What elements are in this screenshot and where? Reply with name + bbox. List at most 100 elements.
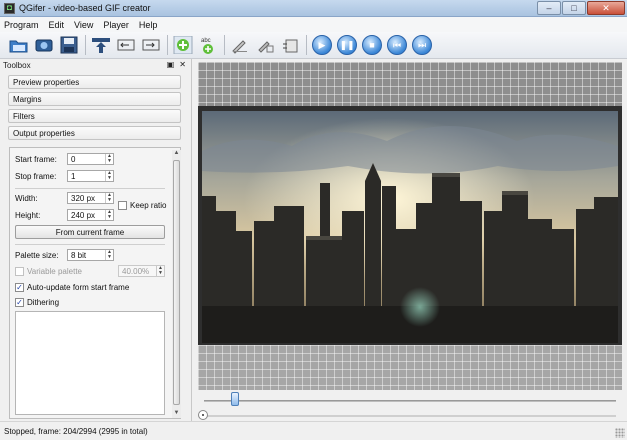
height-value: 240 px — [71, 210, 96, 220]
pause-button[interactable]: ❚❚ — [336, 34, 358, 56]
crop-button[interactable] — [279, 34, 301, 56]
add-text-icon-label: abc — [201, 38, 211, 44]
close-button[interactable]: ✕ — [587, 1, 625, 15]
status-bar: Stopped, frame: 204/2994 (2995 in total) — [0, 421, 627, 440]
menu-edit[interactable]: Edit — [49, 20, 65, 30]
height-label: Height: — [15, 211, 41, 220]
auto-update-box[interactable]: ✓ — [15, 283, 24, 292]
status-text: Stopped, frame: 204/2994 (2995 in total) — [4, 426, 148, 436]
auto-update-checkbox[interactable]: ✓ Auto-update form start frame — [15, 283, 129, 292]
zoom-slider-handle[interactable] — [198, 410, 208, 420]
keep-ratio-checkbox[interactable]: Keep ratio — [118, 201, 166, 210]
scroll-up-icon[interactable]: ▲ — [172, 150, 181, 158]
city-skyline-image — [202, 111, 618, 343]
section-filters[interactable]: Filters — [8, 109, 181, 123]
start-frame-label: Start frame: — [15, 155, 57, 164]
frame-slider-track[interactable] — [204, 400, 616, 402]
menu-view[interactable]: View — [74, 20, 93, 30]
title-bar: ◘ QGifer - video-based GIF creator – □ ✕ — [0, 0, 627, 17]
margin-grid-top — [198, 62, 622, 106]
width-value: 320 px — [71, 193, 96, 203]
width-label: Width: — [15, 194, 38, 203]
float-icon[interactable]: ▣ — [167, 60, 175, 69]
open-video-button[interactable] — [33, 34, 55, 56]
stop-icon: ■ — [362, 35, 382, 55]
divider — [15, 188, 165, 189]
draw-icon — [232, 40, 247, 54]
start-frame-value: 0 — [71, 154, 76, 164]
draw-button[interactable] — [229, 34, 251, 56]
stop-frame-label: Stop frame: — [15, 172, 57, 181]
keep-ratio-box[interactable] — [118, 201, 127, 210]
set-start-icon — [117, 39, 135, 51]
toolbar-separator — [167, 35, 168, 55]
variable-palette-spinbox[interactable]: 40.00% ▲ ▼ — [118, 265, 165, 277]
spin-arrows-icon[interactable]: ▲ ▼ — [105, 210, 113, 220]
open-folder-button[interactable] — [8, 34, 30, 56]
close-icon[interactable]: ✕ — [179, 60, 186, 69]
video-viewer[interactable] — [198, 62, 622, 390]
window-controls: – □ ✕ — [536, 1, 625, 15]
dithering-box[interactable]: ✓ — [15, 298, 24, 307]
menu-player[interactable]: Player — [103, 20, 129, 30]
start-frame-spinbox[interactable]: 0 ▲ ▼ — [67, 153, 114, 165]
stop-frame-spinbox[interactable]: 1 ▲ ▼ — [67, 170, 114, 182]
next-frame-button[interactable]: ⏭ — [411, 34, 433, 56]
spin-arrows-icon[interactable]: ▲ ▼ — [105, 171, 113, 181]
toolbox-header: Toolbox ▣ ✕ — [0, 59, 191, 72]
set-end-icon — [142, 39, 160, 51]
variable-palette-checkbox[interactable]: Variable palette — [15, 267, 82, 276]
save-button[interactable] — [58, 34, 80, 56]
toolbox-scrollbar[interactable]: ▲ ▼ — [172, 150, 181, 418]
next-frame-icon: ⏭ — [412, 35, 432, 55]
spin-arrows-icon[interactable]: ▲ ▼ — [156, 266, 164, 276]
maximize-button[interactable]: □ — [562, 1, 586, 15]
variable-palette-label: Variable palette — [27, 267, 82, 276]
section-preview-properties[interactable]: Preview properties — [8, 75, 181, 89]
menu-program[interactable]: Program — [4, 20, 39, 30]
play-button[interactable]: ▶ — [311, 34, 333, 56]
toolbar-separator — [224, 35, 225, 55]
spin-arrows-icon[interactable]: ▲ ▼ — [105, 250, 113, 260]
add-text-button[interactable]: abc — [197, 34, 219, 56]
toolbar-separator — [85, 35, 86, 55]
stop-frame-value: 1 — [71, 171, 76, 181]
palette-size-spinbox[interactable]: 8 bit ▲ ▼ — [67, 249, 114, 261]
open-video-icon — [35, 39, 53, 52]
width-spinbox[interactable]: 320 px ▲ ▼ — [67, 192, 114, 204]
extract-gif-button[interactable] — [90, 34, 112, 56]
variable-palette-box[interactable] — [15, 267, 24, 276]
section-margins[interactable]: Margins — [8, 92, 181, 106]
video-frame — [202, 111, 618, 343]
from-current-frame-button[interactable]: From current frame — [15, 225, 165, 239]
set-end-button[interactable] — [140, 34, 162, 56]
prev-frame-button[interactable]: ⏮ — [386, 34, 408, 56]
auto-update-label: Auto-update form start frame — [27, 283, 130, 292]
frame-slider-handle[interactable] — [231, 392, 240, 406]
extract-gif-icon — [92, 38, 110, 53]
add-object-button[interactable] — [172, 34, 194, 56]
window-title: QGifer - video-based GIF creator — [19, 3, 151, 13]
stop-button[interactable]: ■ — [361, 34, 383, 56]
zoom-slider-track[interactable] — [204, 415, 616, 417]
spin-arrows-icon[interactable]: ▲ ▼ — [105, 154, 113, 164]
spin-arrows-icon[interactable]: ▲ ▼ — [105, 193, 113, 203]
app-icon: ◘ — [4, 2, 15, 14]
prev-frame-icon: ⏮ — [387, 35, 407, 55]
menu-help[interactable]: Help — [139, 20, 158, 30]
resize-grip-icon[interactable] — [615, 428, 625, 438]
toolbar-separator — [306, 35, 307, 55]
add-text-icon: abc — [201, 38, 213, 54]
player-controls — [198, 392, 622, 420]
section-output-properties[interactable]: Output properties — [8, 126, 181, 140]
play-icon: ▶ — [312, 35, 332, 55]
scrollbar-thumb[interactable] — [173, 160, 180, 405]
edit-tool-button[interactable] — [254, 34, 276, 56]
set-start-button[interactable] — [115, 34, 137, 56]
minimize-button[interactable]: – — [537, 1, 561, 15]
scroll-down-icon[interactable]: ▼ — [172, 410, 181, 418]
dithering-checkbox[interactable]: ✓ Dithering — [15, 298, 59, 307]
toolbar: abc ▶ ❚❚ ■ ⏮ ⏭ — [0, 32, 627, 59]
height-spinbox[interactable]: 240 px ▲ ▼ — [67, 209, 114, 221]
palette-preview-box — [15, 311, 165, 415]
